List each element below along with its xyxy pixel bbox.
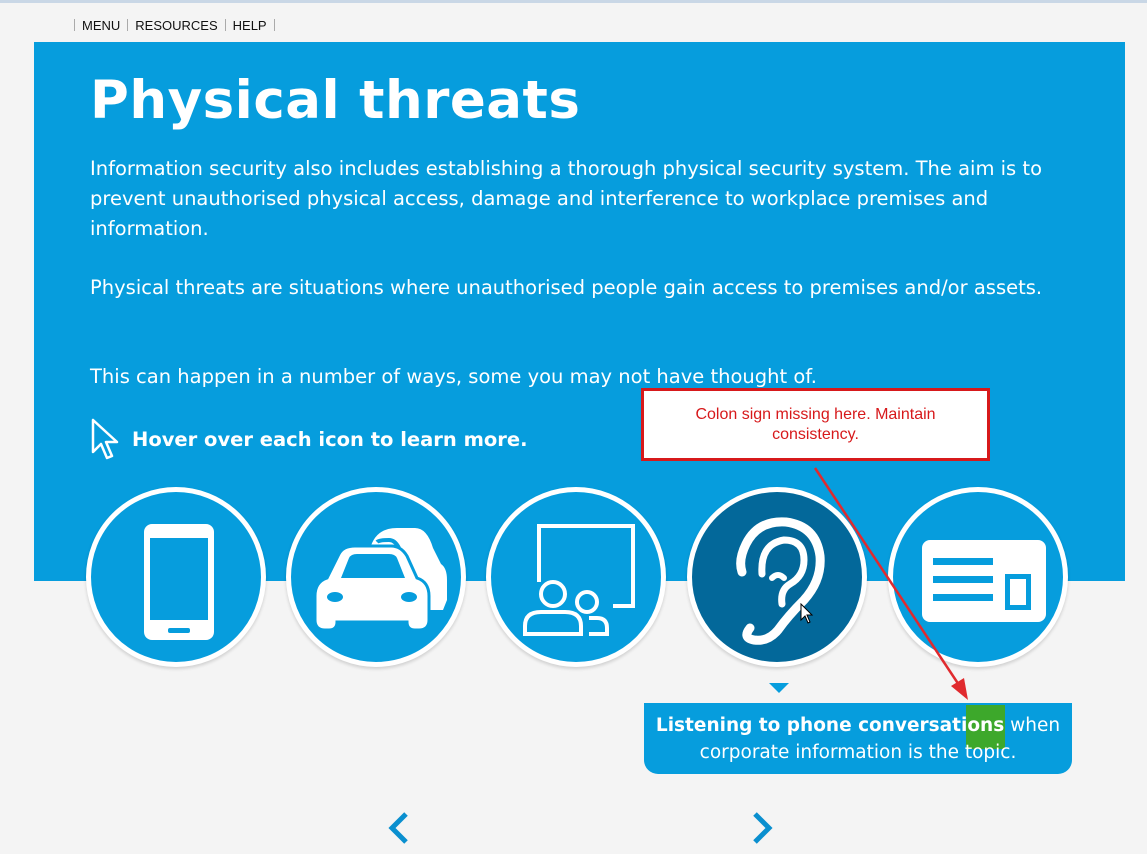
smartphone-circle-button[interactable] xyxy=(86,487,266,667)
ear-icon xyxy=(736,517,825,645)
presentation-circle-button[interactable] xyxy=(486,487,666,667)
hover-tooltip: Listening to phone conversations when co… xyxy=(644,703,1072,774)
mouse-cursor-icon xyxy=(800,603,814,624)
page-title: Physical threats xyxy=(90,70,581,131)
definition-paragraph: Physical threats are situations where un… xyxy=(90,276,1043,299)
tooltip-bold-text: Listening to phone conversations xyxy=(655,715,1005,736)
cars-circle-button[interactable] xyxy=(286,487,466,667)
hover-instruction: Hover over each icon to learn more. xyxy=(132,428,528,451)
nav-resources-link[interactable]: RESOURCES xyxy=(128,18,224,33)
cars-icon xyxy=(313,528,447,632)
cursor-hint-icon xyxy=(91,418,119,460)
ear-circle-button[interactable] xyxy=(687,487,867,667)
window-top-edge xyxy=(0,0,1147,3)
id-card-icon xyxy=(922,540,1046,622)
review-annotation-box: Colon sign missing here. Maintain consis… xyxy=(641,388,990,461)
top-nav: MENU RESOURCES HELP xyxy=(74,17,275,33)
id-card-circle-button[interactable] xyxy=(888,487,1068,667)
tooltip-pointer xyxy=(769,683,789,693)
presentation-people-icon xyxy=(523,524,635,636)
smartphone-icon xyxy=(144,524,214,640)
next-arrow-icon[interactable] xyxy=(749,808,775,848)
nav-separator xyxy=(273,19,275,31)
previous-arrow-icon[interactable] xyxy=(386,808,412,848)
intro-paragraph: Information security also includes estab… xyxy=(90,157,1042,240)
nav-help-link[interactable]: HELP xyxy=(226,18,274,33)
nav-menu-link[interactable]: MENU xyxy=(75,18,127,33)
